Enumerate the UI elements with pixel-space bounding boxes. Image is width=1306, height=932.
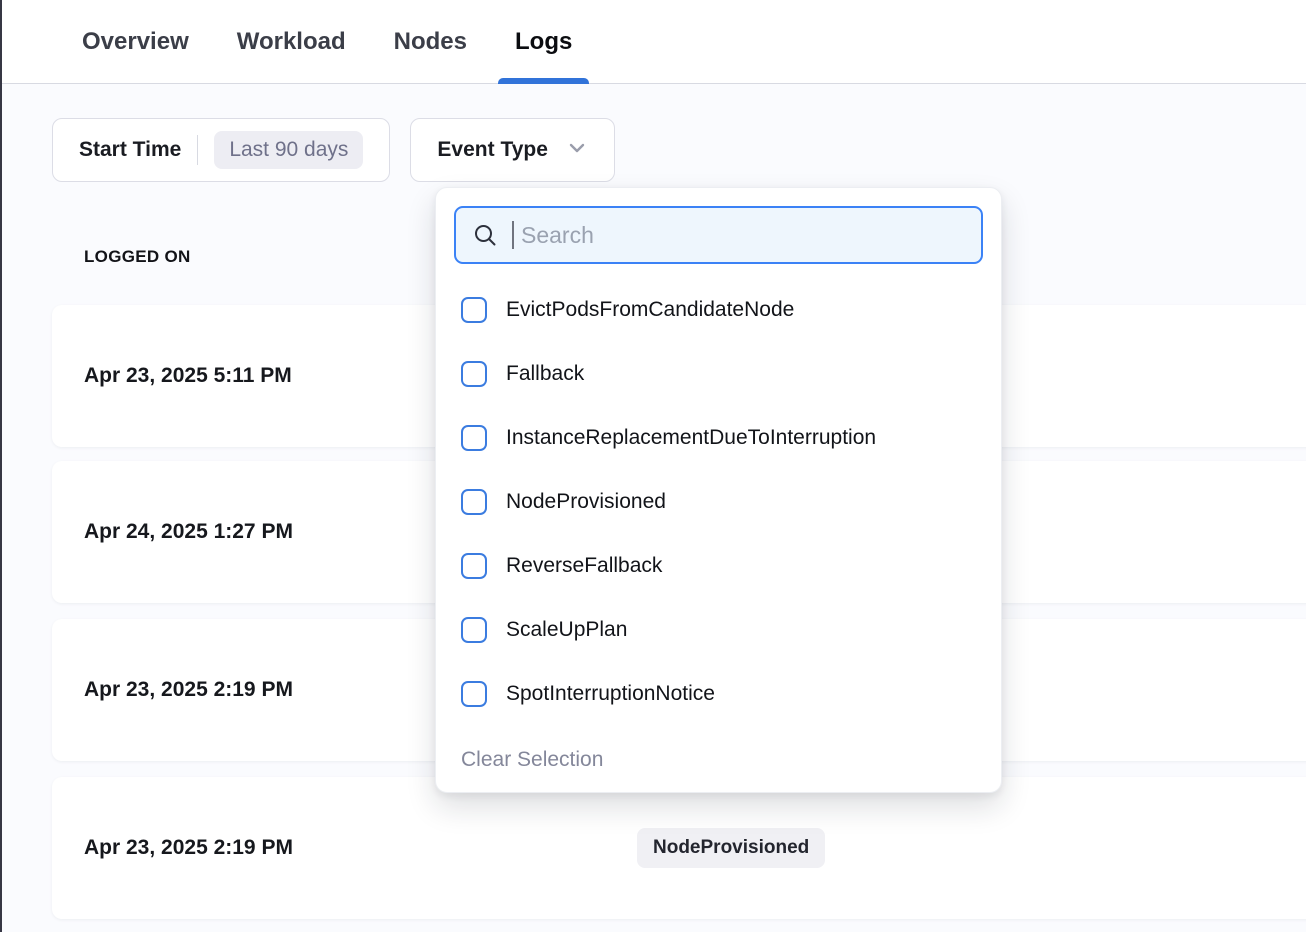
start-time-filter-label: Start Time bbox=[79, 138, 181, 162]
option-fallback[interactable]: Fallback bbox=[461, 342, 983, 406]
dropdown-search-box bbox=[454, 206, 983, 264]
event-type-options-list: EvictPodsFromCandidateNode Fallback Inst… bbox=[454, 278, 983, 726]
option-label: InstanceReplacementDueToInterruption bbox=[506, 426, 876, 450]
tab-overview-label: Overview bbox=[82, 28, 189, 56]
option-label: Fallback bbox=[506, 362, 584, 386]
checkbox-icon[interactable] bbox=[461, 617, 487, 643]
option-label: NodeProvisioned bbox=[506, 490, 666, 514]
log-row-timestamp: Apr 23, 2025 2:19 PM bbox=[84, 836, 293, 860]
checkbox-icon[interactable] bbox=[461, 553, 487, 579]
logs-page: Overview Workload Nodes Logs Start Time … bbox=[0, 0, 1306, 932]
option-label: ScaleUpPlan bbox=[506, 618, 627, 642]
start-time-filter-value: Last 90 days bbox=[214, 131, 363, 169]
option-evictpodsfromcandidatenode[interactable]: EvictPodsFromCandidateNode bbox=[461, 278, 983, 342]
option-spotinterruptionnotice[interactable]: SpotInterruptionNotice bbox=[461, 662, 983, 726]
tab-workload-label: Workload bbox=[237, 28, 346, 56]
tab-nodes[interactable]: Nodes bbox=[394, 0, 467, 84]
option-label: ReverseFallback bbox=[506, 554, 662, 578]
text-cursor bbox=[512, 221, 514, 249]
tab-overview[interactable]: Overview bbox=[82, 0, 189, 84]
option-label: SpotInterruptionNotice bbox=[506, 682, 715, 706]
option-reversefallback[interactable]: ReverseFallback bbox=[461, 534, 983, 598]
tab-nodes-label: Nodes bbox=[394, 28, 467, 56]
tab-workload[interactable]: Workload bbox=[237, 0, 346, 84]
tab-logs-label: Logs bbox=[515, 28, 572, 56]
active-tab-underline bbox=[498, 78, 589, 84]
start-time-filter-button[interactable]: Start Time Last 90 days bbox=[52, 118, 390, 182]
log-row-timestamp: Apr 23, 2025 2:19 PM bbox=[84, 678, 293, 702]
checkbox-icon[interactable] bbox=[461, 489, 487, 515]
event-type-dropdown-panel: EvictPodsFromCandidateNode Fallback Inst… bbox=[435, 187, 1002, 793]
column-header-logged-on: LOGGED ON bbox=[84, 247, 191, 267]
search-icon bbox=[472, 222, 499, 249]
checkbox-icon[interactable] bbox=[461, 297, 487, 323]
log-row-timestamp: Apr 24, 2025 1:27 PM bbox=[84, 520, 293, 544]
clear-selection-button[interactable]: Clear Selection bbox=[454, 748, 603, 772]
tab-bar: Overview Workload Nodes Logs bbox=[2, 0, 1306, 84]
checkbox-icon[interactable] bbox=[461, 361, 487, 387]
option-label: EvictPodsFromCandidateNode bbox=[506, 298, 794, 322]
filter-divider bbox=[197, 135, 198, 165]
event-type-filter-label: Event Type bbox=[437, 138, 547, 162]
filter-bar: Start Time Last 90 days Event Type bbox=[52, 118, 615, 182]
option-scaleupplan[interactable]: ScaleUpPlan bbox=[461, 598, 983, 662]
option-nodeprovisioned[interactable]: NodeProvisioned bbox=[461, 470, 983, 534]
dropdown-search-input[interactable] bbox=[521, 222, 965, 249]
event-type-filter-button[interactable]: Event Type bbox=[410, 118, 614, 182]
log-row: Apr 23, 2025 2:19 PM NodeProvisioned bbox=[52, 777, 1306, 919]
checkbox-icon[interactable] bbox=[461, 681, 487, 707]
option-instancereplacementduetointerruption[interactable]: InstanceReplacementDueToInterruption bbox=[461, 406, 983, 470]
tab-logs[interactable]: Logs bbox=[515, 0, 572, 84]
checkbox-icon[interactable] bbox=[461, 425, 487, 451]
event-type-badge: NodeProvisioned bbox=[637, 828, 825, 868]
chevron-down-icon bbox=[566, 137, 588, 164]
log-row-timestamp: Apr 23, 2025 5:11 PM bbox=[84, 364, 292, 388]
